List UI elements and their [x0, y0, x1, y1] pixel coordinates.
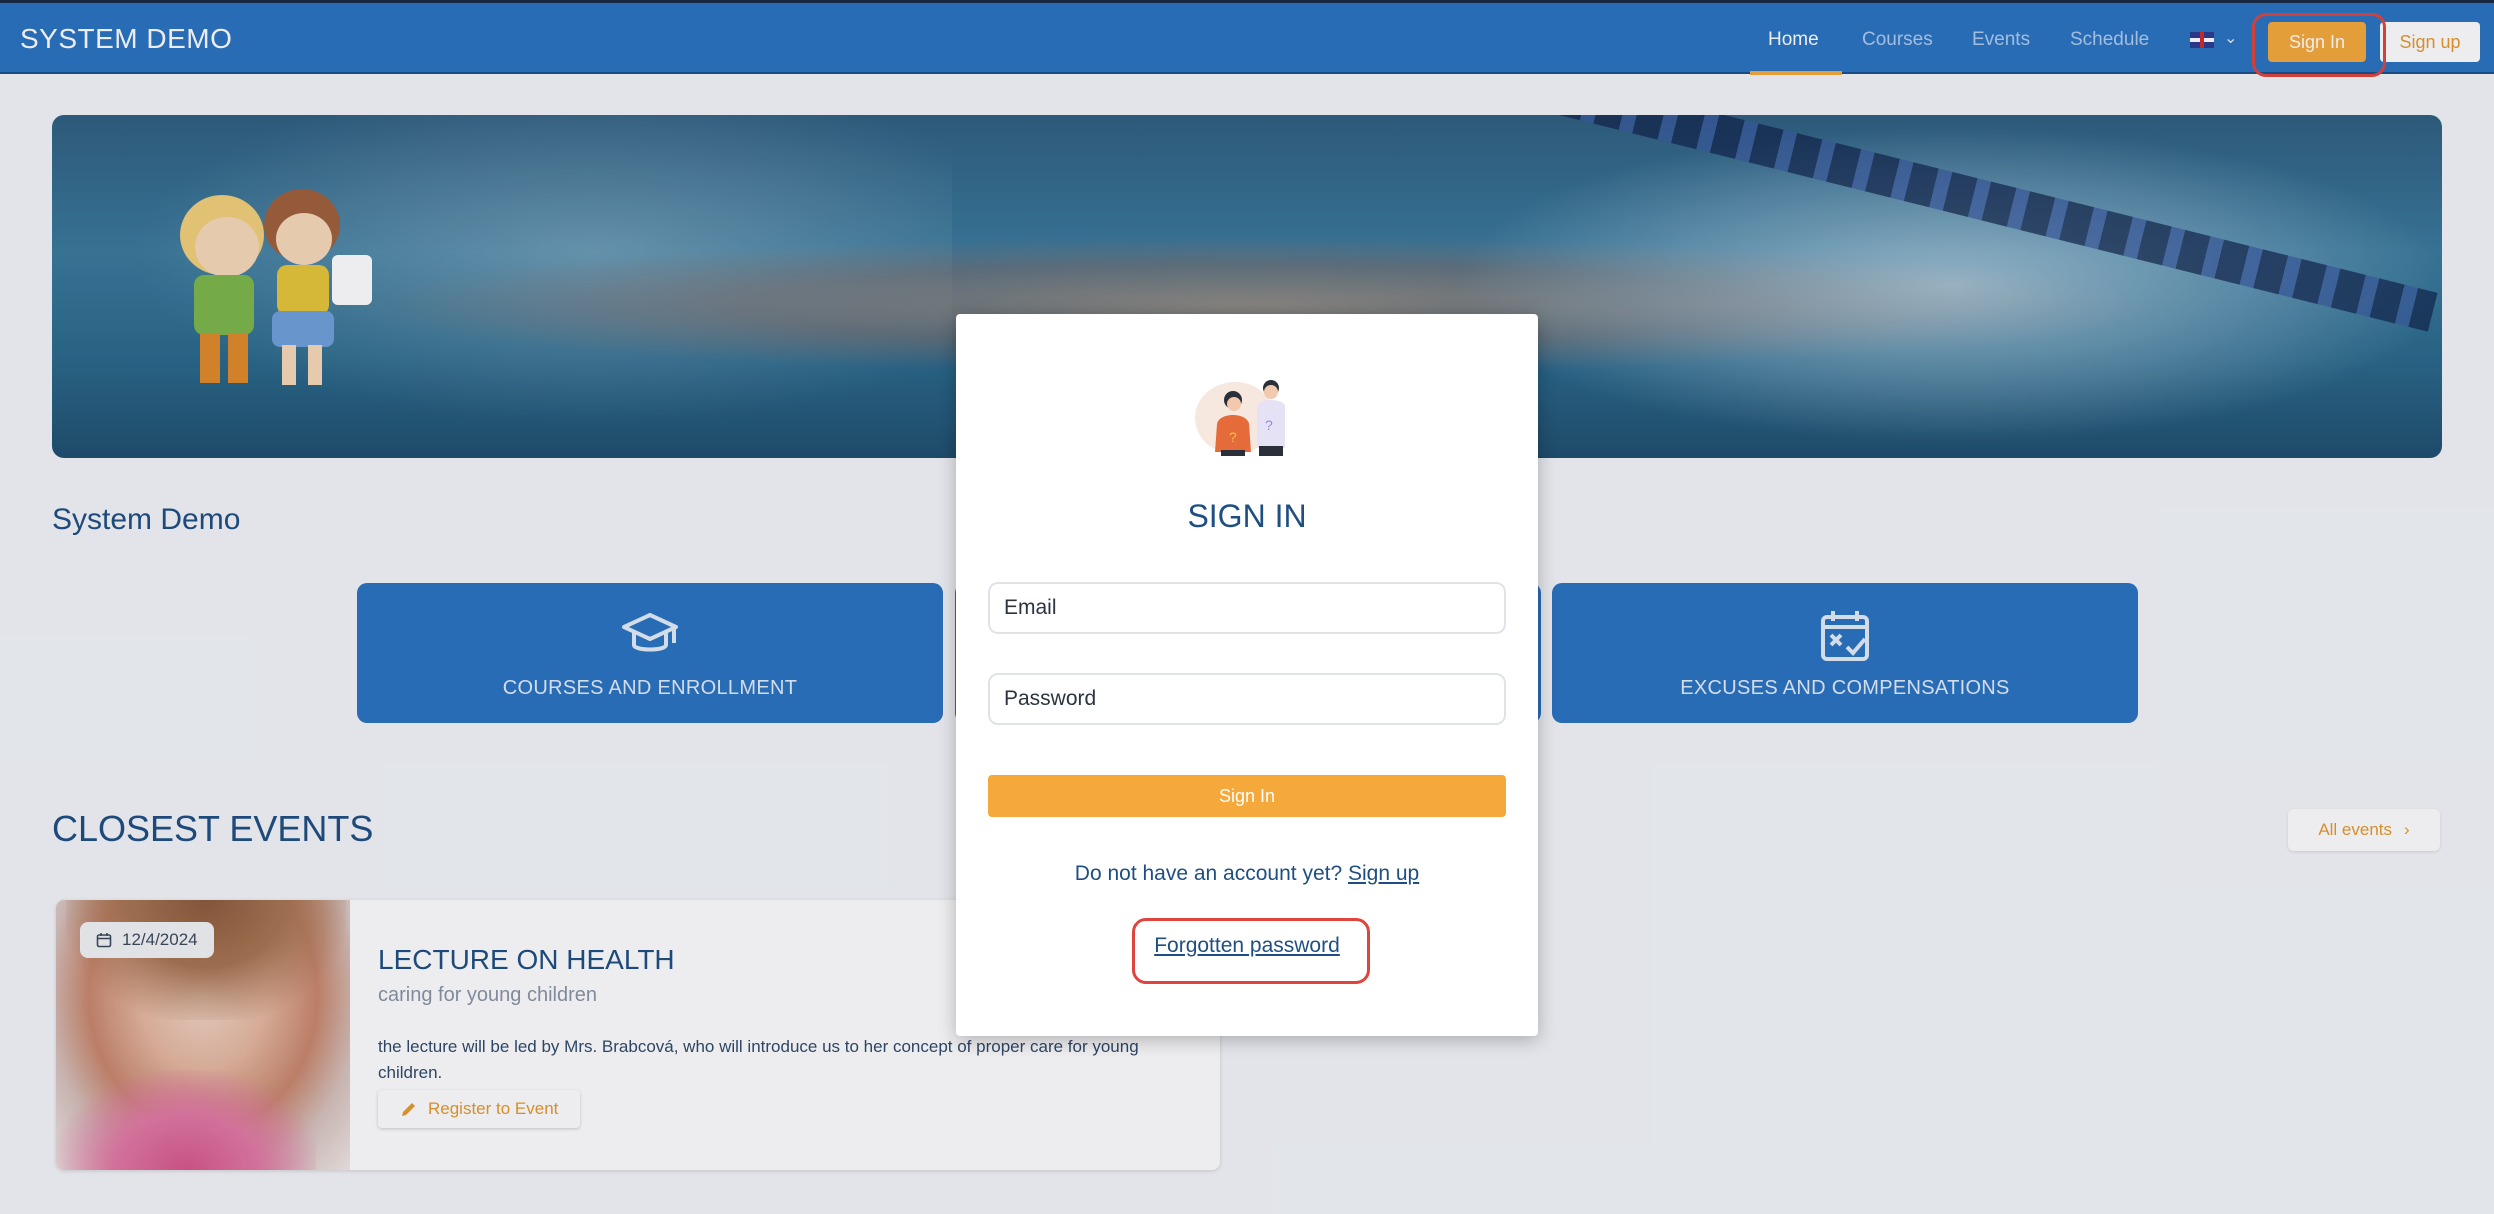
- svg-text:?: ?: [1265, 417, 1273, 433]
- email-field[interactable]: [988, 582, 1506, 634]
- no-account-text: Do not have an account yet?: [1074, 862, 1343, 885]
- people-question-illustration-icon: ? ?: [1195, 380, 1285, 456]
- modal-title: SIGN IN: [1187, 498, 1307, 534]
- svg-text:?: ?: [1229, 429, 1237, 445]
- annotation-highlight-forgotten-password: [1132, 918, 1370, 984]
- no-account-row: Do not have an account yet? Sign up: [956, 862, 1538, 886]
- password-field[interactable]: [988, 673, 1506, 725]
- sign-in-submit-button[interactable]: Sign In: [988, 775, 1506, 817]
- sign-up-link[interactable]: Sign up: [1348, 862, 1419, 885]
